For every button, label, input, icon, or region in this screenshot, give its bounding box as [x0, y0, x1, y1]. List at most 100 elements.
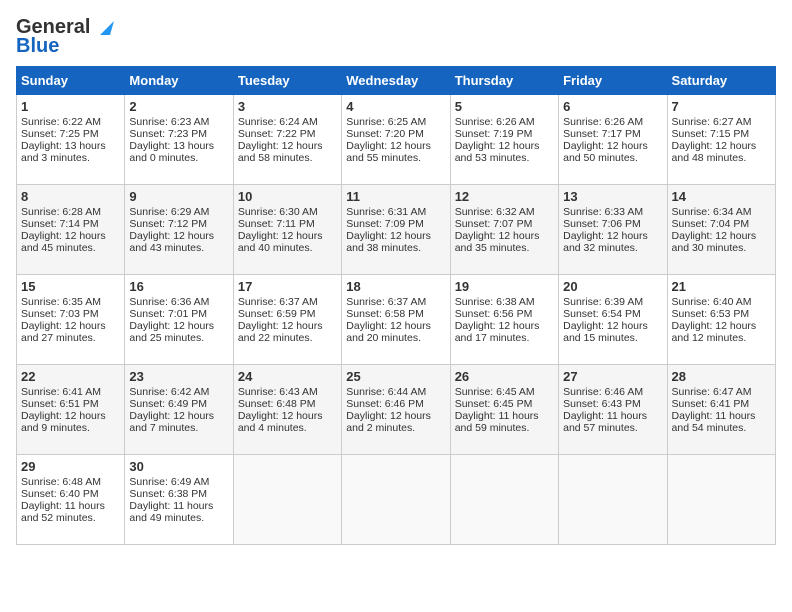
daylight-text: Daylight: 13 hours and 0 minutes. [129, 140, 214, 164]
table-cell [342, 455, 450, 545]
day-number: 27 [563, 369, 662, 384]
sunset-text: Sunset: 7:07 PM [455, 218, 533, 230]
day-number: 3 [238, 99, 337, 114]
sunrise-text: Sunrise: 6:37 AM [238, 296, 318, 308]
sunrise-text: Sunrise: 6:39 AM [563, 296, 643, 308]
col-monday: Monday [125, 67, 233, 95]
table-cell [667, 455, 775, 545]
sunrise-text: Sunrise: 6:24 AM [238, 116, 318, 128]
col-wednesday: Wednesday [342, 67, 450, 95]
daylight-text: Daylight: 11 hours and 54 minutes. [672, 410, 756, 434]
sunrise-text: Sunrise: 6:26 AM [455, 116, 535, 128]
sunset-text: Sunset: 6:40 PM [21, 488, 99, 500]
table-cell: 29Sunrise: 6:48 AMSunset: 6:40 PMDayligh… [17, 455, 125, 545]
calendar-week-row: 8Sunrise: 6:28 AMSunset: 7:14 PMDaylight… [17, 185, 776, 275]
table-cell: 14Sunrise: 6:34 AMSunset: 7:04 PMDayligh… [667, 185, 775, 275]
daylight-text: Daylight: 12 hours and 40 minutes. [238, 230, 323, 254]
day-number: 19 [455, 279, 554, 294]
daylight-text: Daylight: 12 hours and 55 minutes. [346, 140, 431, 164]
daylight-text: Daylight: 12 hours and 22 minutes. [238, 320, 323, 344]
table-cell: 16Sunrise: 6:36 AMSunset: 7:01 PMDayligh… [125, 275, 233, 365]
col-thursday: Thursday [450, 67, 558, 95]
daylight-text: Daylight: 12 hours and 17 minutes. [455, 320, 540, 344]
table-cell: 5Sunrise: 6:26 AMSunset: 7:19 PMDaylight… [450, 95, 558, 185]
daylight-text: Daylight: 11 hours and 49 minutes. [129, 500, 213, 524]
day-number: 1 [21, 99, 120, 114]
day-number: 16 [129, 279, 228, 294]
col-friday: Friday [559, 67, 667, 95]
sunset-text: Sunset: 7:22 PM [238, 128, 316, 140]
sunset-text: Sunset: 6:53 PM [672, 308, 750, 320]
sunset-text: Sunset: 7:14 PM [21, 218, 99, 230]
sunset-text: Sunset: 6:49 PM [129, 398, 207, 410]
sunrise-text: Sunrise: 6:36 AM [129, 296, 209, 308]
table-cell: 27Sunrise: 6:46 AMSunset: 6:43 PMDayligh… [559, 365, 667, 455]
table-cell: 19 Sunrise: 6:38 AMSunset: 6:56 PMDayligh… [450, 275, 558, 365]
day-number: 12 [455, 189, 554, 204]
daylight-text: Daylight: 11 hours and 57 minutes. [563, 410, 647, 434]
daylight-text: Daylight: 12 hours and 7 minutes. [129, 410, 214, 434]
daylight-text: Daylight: 11 hours and 59 minutes. [455, 410, 539, 434]
sunrise-text: Sunrise: 6:43 AM [238, 386, 318, 398]
daylight-text: Daylight: 12 hours and 32 minutes. [563, 230, 648, 254]
table-cell: 10 Sunrise: 6:30 AMSunset: 7:11 PMDayligh… [233, 185, 341, 275]
daylight-text: Daylight: 12 hours and 43 minutes. [129, 230, 214, 254]
sunrise-text: Sunrise: 6:30 AM [238, 206, 318, 218]
sunset-text: Sunset: 6:58 PM [346, 308, 424, 320]
table-cell: 20Sunrise: 6:39 AMSunset: 6:54 PMDayligh… [559, 275, 667, 365]
sunset-text: Sunset: 6:46 PM [346, 398, 424, 410]
table-cell: 3 Sunrise: 6:24 AMSunset: 7:22 PMDaylight… [233, 95, 341, 185]
day-number: 25 [346, 369, 445, 384]
calendar-table: Sunday Monday Tuesday Wednesday Thursday… [16, 66, 776, 545]
sunrise-text: Sunrise: 6:42 AM [129, 386, 209, 398]
table-cell [559, 455, 667, 545]
sunset-text: Sunset: 7:09 PM [346, 218, 424, 230]
table-cell: 13Sunrise: 6:33 AMSunset: 7:06 PMDayligh… [559, 185, 667, 275]
day-number: 21 [672, 279, 771, 294]
logo: General Blue [16, 16, 114, 58]
day-number: 10 [238, 189, 337, 204]
sunrise-text: Sunrise: 6:34 AM [672, 206, 752, 218]
day-number: 9 [129, 189, 228, 204]
daylight-text: Daylight: 12 hours and 53 minutes. [455, 140, 540, 164]
sunrise-text: Sunrise: 6:38 AM [455, 296, 535, 308]
sunset-text: Sunset: 7:23 PM [129, 128, 207, 140]
daylight-text: Daylight: 12 hours and 15 minutes. [563, 320, 648, 344]
table-cell: 15Sunrise: 6:35 AMSunset: 7:03 PMDayligh… [17, 275, 125, 365]
day-number: 20 [563, 279, 662, 294]
table-cell: 11Sunrise: 6:31 AMSunset: 7:09 PMDayligh… [342, 185, 450, 275]
calendar-week-row: 1Sunrise: 6:22 AMSunset: 7:25 PMDaylight… [17, 95, 776, 185]
sunset-text: Sunset: 7:20 PM [346, 128, 424, 140]
daylight-text: Daylight: 12 hours and 45 minutes. [21, 230, 106, 254]
daylight-text: Daylight: 13 hours and 3 minutes. [21, 140, 106, 164]
table-cell: 28Sunrise: 6:47 AMSunset: 6:41 PMDayligh… [667, 365, 775, 455]
sunrise-text: Sunrise: 6:49 AM [129, 476, 209, 488]
sunrise-text: Sunrise: 6:46 AM [563, 386, 643, 398]
sunrise-text: Sunrise: 6:23 AM [129, 116, 209, 128]
daylight-text: Daylight: 12 hours and 30 minutes. [672, 230, 757, 254]
daylight-text: Daylight: 12 hours and 35 minutes. [455, 230, 540, 254]
sunset-text: Sunset: 7:11 PM [238, 218, 315, 230]
day-number: 4 [346, 99, 445, 114]
day-number: 2 [129, 99, 228, 114]
sunset-text: Sunset: 6:59 PM [238, 308, 316, 320]
calendar-body: 1Sunrise: 6:22 AMSunset: 7:25 PMDaylight… [17, 95, 776, 545]
day-number: 24 [238, 369, 337, 384]
sunset-text: Sunset: 6:48 PM [238, 398, 316, 410]
col-sunday: Sunday [17, 67, 125, 95]
daylight-text: Daylight: 12 hours and 58 minutes. [238, 140, 323, 164]
table-cell [450, 455, 558, 545]
sunrise-text: Sunrise: 6:25 AM [346, 116, 426, 128]
table-cell [233, 455, 341, 545]
sunset-text: Sunset: 6:45 PM [455, 398, 533, 410]
sunrise-text: Sunrise: 6:35 AM [21, 296, 101, 308]
daylight-text: Daylight: 12 hours and 9 minutes. [21, 410, 106, 434]
table-cell: 6Sunrise: 6:26 AMSunset: 7:17 PMDaylight… [559, 95, 667, 185]
table-cell: 26Sunrise: 6:45 AMSunset: 6:45 PMDayligh… [450, 365, 558, 455]
table-cell: 2 Sunrise: 6:23 AMSunset: 7:23 PMDaylight… [125, 95, 233, 185]
day-number: 26 [455, 369, 554, 384]
sunset-text: Sunset: 6:56 PM [455, 308, 533, 320]
daylight-text: Daylight: 12 hours and 38 minutes. [346, 230, 431, 254]
day-number: 18 [346, 279, 445, 294]
sunrise-text: Sunrise: 6:29 AM [129, 206, 209, 218]
